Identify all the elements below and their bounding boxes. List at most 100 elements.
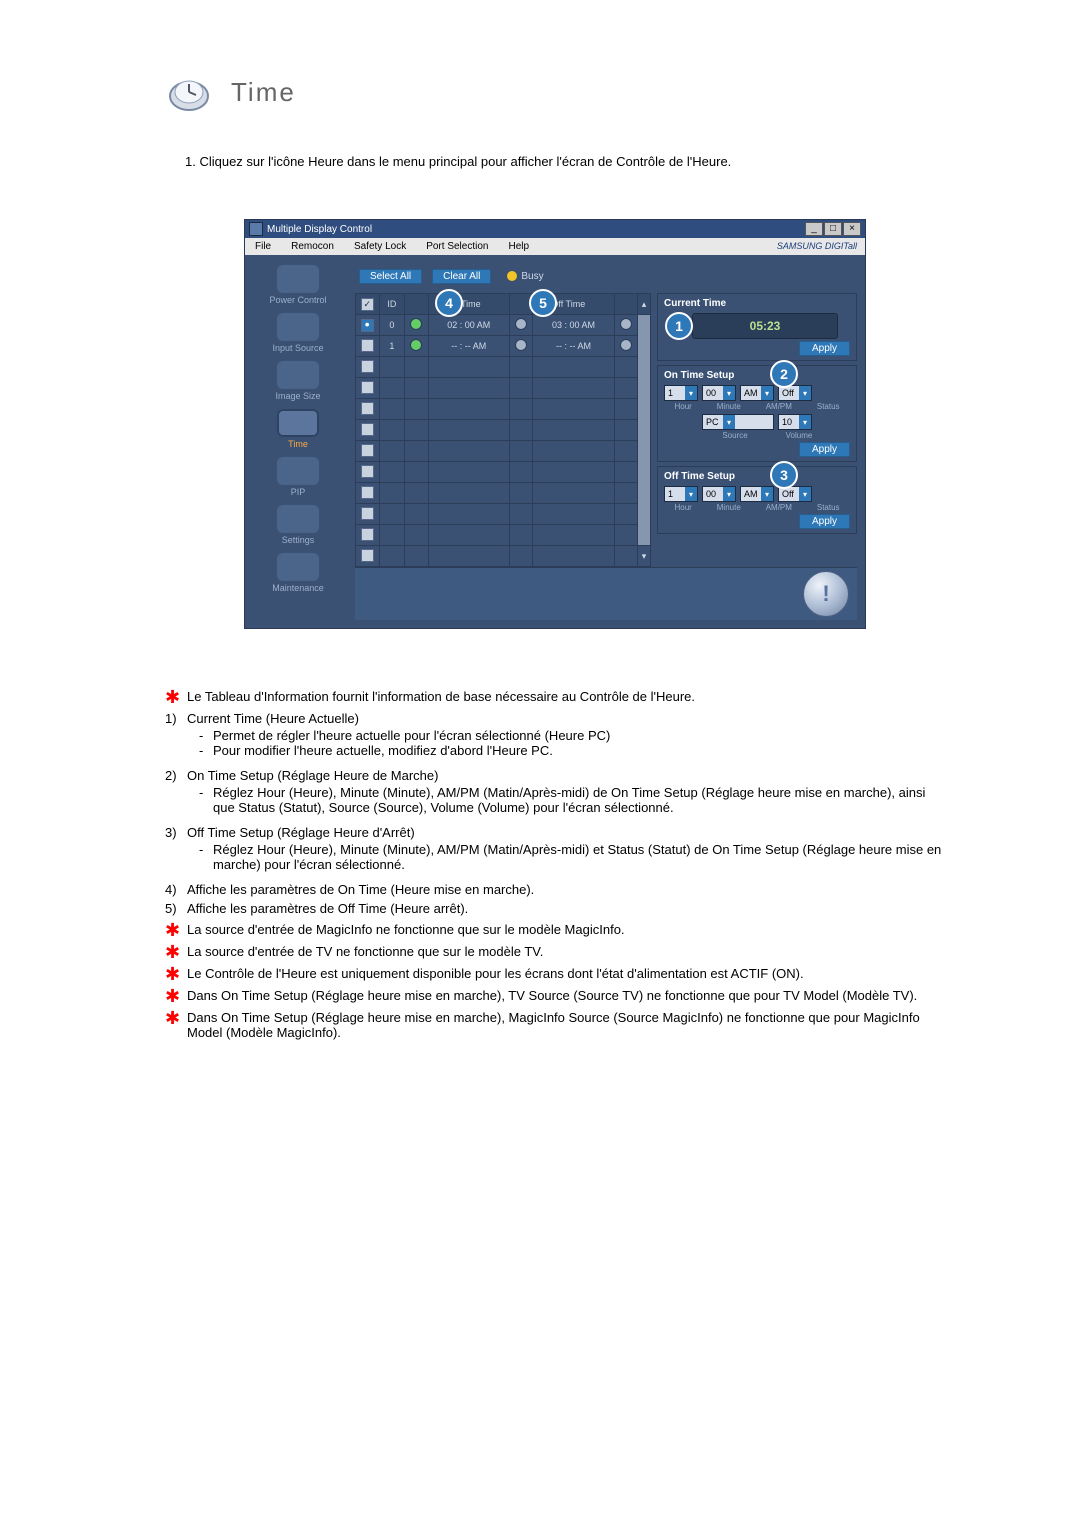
row-check-icon[interactable]	[361, 528, 374, 541]
sidebar-label: Maintenance	[251, 583, 345, 593]
off-ampm-select[interactable]: AM▾	[740, 486, 774, 502]
apply-on-time-button[interactable]: Apply	[799, 442, 850, 457]
select-all-button[interactable]: Select All	[359, 269, 422, 284]
panel-title: Off Time Setup	[664, 471, 850, 482]
label-status: Status	[806, 503, 850, 512]
callout-1: 1	[665, 312, 693, 340]
brand-label: SAMSUNG DIGITall	[769, 238, 865, 255]
chevron-down-icon: ▾	[685, 386, 697, 400]
label-minute: Minute	[706, 402, 751, 411]
table-row	[356, 441, 651, 462]
row-check-icon[interactable]	[361, 339, 374, 352]
sidebar-item-input-source[interactable]: Input Source	[251, 313, 345, 353]
list-number: 2)	[165, 768, 187, 783]
intro-text: 1. Cliquez sur l'icône Heure dans le men…	[185, 154, 945, 169]
row-check-icon[interactable]	[361, 319, 374, 332]
sidebar-item-power-control[interactable]: Power Control	[251, 265, 345, 305]
row-check-icon[interactable]	[361, 507, 374, 520]
label-minute: Minute	[706, 503, 751, 512]
apply-current-time-button[interactable]: Apply	[799, 341, 850, 356]
list-sub: Réglez Hour (Heure), Minute (Minute), AM…	[213, 785, 945, 815]
row-check-icon[interactable]	[361, 381, 374, 394]
star-icon: ✱	[165, 689, 187, 705]
panel-title: On Time Setup	[664, 370, 850, 381]
row-check-icon[interactable]	[361, 549, 374, 562]
sidebar-item-image-size[interactable]: Image Size	[251, 361, 345, 401]
info-orb-icon: !	[803, 571, 849, 617]
sidebar-label: Time	[251, 439, 345, 449]
cell-on-time: 02 : 00 AM	[428, 315, 509, 336]
table-row[interactable]: 0 02 : 00 AM 03 : 00 AM	[356, 315, 651, 336]
menu-file[interactable]: File	[245, 238, 281, 255]
st3-led-icon	[620, 318, 632, 330]
pip-icon	[277, 457, 319, 485]
on-ampm-select[interactable]: AM▾	[740, 385, 774, 401]
label-status: Status	[806, 402, 850, 411]
busy-label: Busy	[521, 271, 543, 282]
cell-id: 0	[379, 315, 405, 336]
col-id[interactable]: ID	[379, 294, 405, 315]
menu-help[interactable]: Help	[498, 238, 539, 255]
label-source: Source	[695, 431, 775, 440]
chevron-down-icon: ▾	[799, 415, 811, 429]
row-check-icon[interactable]	[361, 444, 374, 457]
cell-on-time: -- : -- AM	[428, 336, 509, 357]
scrollbar[interactable]	[638, 315, 651, 546]
cell-id: 1	[379, 336, 405, 357]
menu-safety-lock[interactable]: Safety Lock	[344, 238, 416, 255]
on-source-select[interactable]: PC▾	[702, 414, 774, 430]
sidebar-label: Input Source	[251, 343, 345, 353]
row-check-icon[interactable]	[361, 402, 374, 415]
panel-on-time-setup: 2 On Time Setup 1▾ 00▾ AM▾ Off▾ Hour	[657, 365, 857, 462]
apply-off-time-button[interactable]: Apply	[799, 514, 850, 529]
app-footer: !	[355, 567, 857, 620]
on-minute-select[interactable]: 00▾	[702, 385, 736, 401]
cell-off-time: -- : -- AM	[533, 336, 614, 357]
clear-all-button[interactable]: Clear All	[432, 269, 491, 284]
off-hour-select[interactable]: 1▾	[664, 486, 698, 502]
close-button[interactable]: ×	[843, 222, 861, 236]
table-row	[356, 399, 651, 420]
menu-remocon[interactable]: Remocon	[281, 238, 344, 255]
sidebar-item-settings[interactable]: Settings	[251, 505, 345, 545]
sidebar-label: Power Control	[251, 295, 345, 305]
row-check-icon[interactable]	[361, 423, 374, 436]
maximize-button[interactable]: □	[824, 222, 842, 236]
list-number: 4)	[165, 882, 187, 897]
check-all-icon	[361, 298, 374, 311]
sidebar-item-maintenance[interactable]: Maintenance	[251, 553, 345, 593]
off-minute-select[interactable]: 00▾	[702, 486, 736, 502]
col-check[interactable]	[356, 294, 380, 315]
cell-off-time: 03 : 00 AM	[533, 315, 614, 336]
scroll-up[interactable]: ▴	[638, 294, 651, 315]
label-hour: Hour	[664, 503, 702, 512]
table-row[interactable]: 1 -- : -- AM -- : -- AM	[356, 336, 651, 357]
on-hour-select[interactable]: 1▾	[664, 385, 698, 401]
star-icon: ✱	[165, 922, 187, 938]
sidebar-item-pip[interactable]: PIP	[251, 457, 345, 497]
sidebar-item-time[interactable]: Time	[251, 409, 345, 449]
menu-port-selection[interactable]: Port Selection	[416, 238, 498, 255]
on-volume-select[interactable]: 10▾	[778, 414, 812, 430]
table-row	[356, 462, 651, 483]
row-check-icon[interactable]	[361, 465, 374, 478]
row-check-icon[interactable]	[361, 360, 374, 373]
sidebar-label: Settings	[251, 535, 345, 545]
list-title: Affiche les paramètres de Off Time (Heur…	[187, 901, 468, 916]
table-row: ▾	[356, 546, 651, 567]
sidebar: Power Control Input Source Image Size Ti…	[245, 255, 351, 628]
callout-3: 3	[770, 461, 798, 489]
time-icon	[277, 409, 319, 437]
image-size-icon	[277, 361, 319, 389]
scroll-down[interactable]: ▾	[638, 546, 651, 567]
minimize-button[interactable]: _	[805, 222, 823, 236]
titlebar[interactable]: Multiple Display Control _ □ ×	[245, 220, 865, 238]
chevron-down-icon: ▾	[723, 487, 735, 501]
list-sub: Permet de régler l'heure actuelle pour l…	[213, 728, 610, 743]
list-title: On Time Setup (Réglage Heure de Marche)	[187, 768, 438, 783]
chevron-down-icon: ▾	[799, 487, 811, 501]
row-check-icon[interactable]	[361, 486, 374, 499]
note-text: La source d'entrée de MagicInfo ne fonct…	[187, 922, 945, 937]
on-led-icon	[410, 339, 422, 351]
list-sub: Réglez Hour (Heure), Minute (Minute), AM…	[213, 842, 945, 872]
